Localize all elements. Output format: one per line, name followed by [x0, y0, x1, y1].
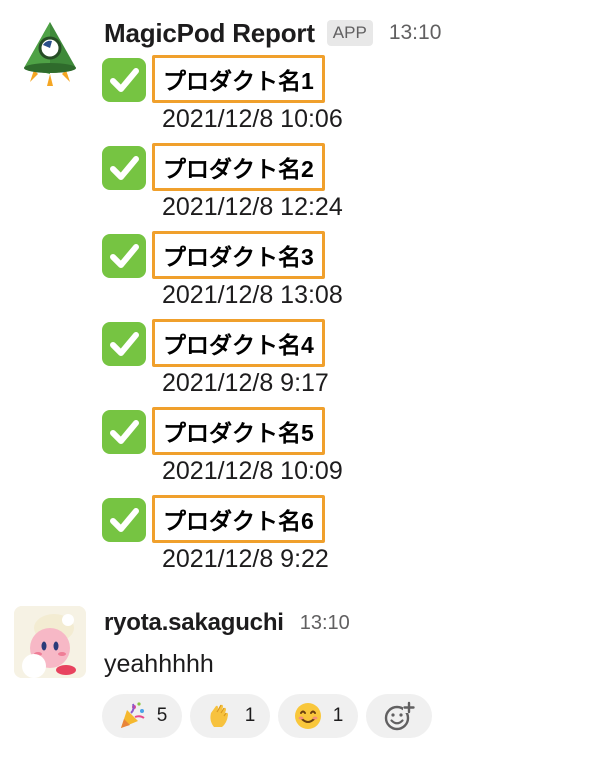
product-name: プロダクト名5: [152, 407, 325, 455]
sender-name[interactable]: MagicPod Report: [104, 18, 315, 49]
white-check-mark-icon: [102, 498, 146, 542]
message-text: yeahhhhh: [104, 650, 214, 678]
report-item: プロダクト名1 2021/12/8 10:06: [102, 55, 502, 143]
reaction-count: 5: [156, 705, 168, 726]
app-badge: APP: [326, 20, 373, 46]
user-message-header: ryota.sakaguchi 13:10: [104, 605, 350, 641]
reaction-clapping-hands[interactable]: 1: [190, 694, 270, 738]
product-name: プロダクト名1: [152, 55, 325, 103]
user-avatar[interactable]: [14, 606, 86, 678]
magicpod-avatar[interactable]: [14, 18, 86, 90]
add-reaction-button[interactable]: [366, 694, 432, 738]
white-check-mark-icon: [102, 410, 146, 454]
white-check-mark-icon: [102, 146, 146, 190]
report-item: プロダクト名6 2021/12/8 9:22: [102, 495, 502, 583]
reaction-count: 1: [244, 705, 256, 726]
kirby-avatar-icon: [14, 606, 86, 678]
white-check-mark-icon: [102, 58, 146, 102]
message-timestamp[interactable]: 13:10: [300, 612, 350, 635]
smiling-face-icon: [294, 703, 321, 729]
bot-message-header: MagicPod Report APP 13:10: [104, 15, 441, 51]
add-reaction-icon: [384, 701, 415, 731]
message-timestamp[interactable]: 13:10: [389, 21, 442, 45]
white-check-mark-icon: [102, 322, 146, 366]
report-datetime: 2021/12/8 10:06: [162, 105, 343, 133]
product-name: プロダクト名3: [152, 231, 325, 279]
product-name: プロダクト名2: [152, 143, 325, 191]
ufo-logo-icon: [24, 22, 76, 86]
report-datetime: 2021/12/8 9:17: [162, 369, 329, 397]
reaction-count: 1: [332, 705, 344, 726]
white-check-mark-icon: [102, 234, 146, 278]
report-datetime: 2021/12/8 13:08: [162, 281, 343, 309]
reactions-bar: 5 1 1: [102, 694, 432, 738]
report-item: プロダクト名5 2021/12/8 10:09: [102, 407, 502, 495]
report-datetime: 2021/12/8 12:24: [162, 193, 343, 221]
report-datetime: 2021/12/8 10:09: [162, 457, 343, 485]
product-name: プロダクト名6: [152, 495, 325, 543]
report-item: プロダクト名3 2021/12/8 13:08: [102, 231, 502, 319]
reaction-party-popper[interactable]: 5: [102, 694, 182, 738]
report-datetime: 2021/12/8 9:22: [162, 545, 329, 573]
report-item: プロダクト名2 2021/12/8 12:24: [102, 143, 502, 231]
product-name: プロダクト名4: [152, 319, 325, 367]
reaction-smiling-face[interactable]: 1: [278, 694, 358, 738]
sender-name[interactable]: ryota.sakaguchi: [104, 609, 284, 637]
clapping-hands-icon: [210, 704, 228, 727]
report-item: プロダクト名4 2021/12/8 9:17: [102, 319, 502, 407]
party-popper-icon: [120, 702, 145, 728]
